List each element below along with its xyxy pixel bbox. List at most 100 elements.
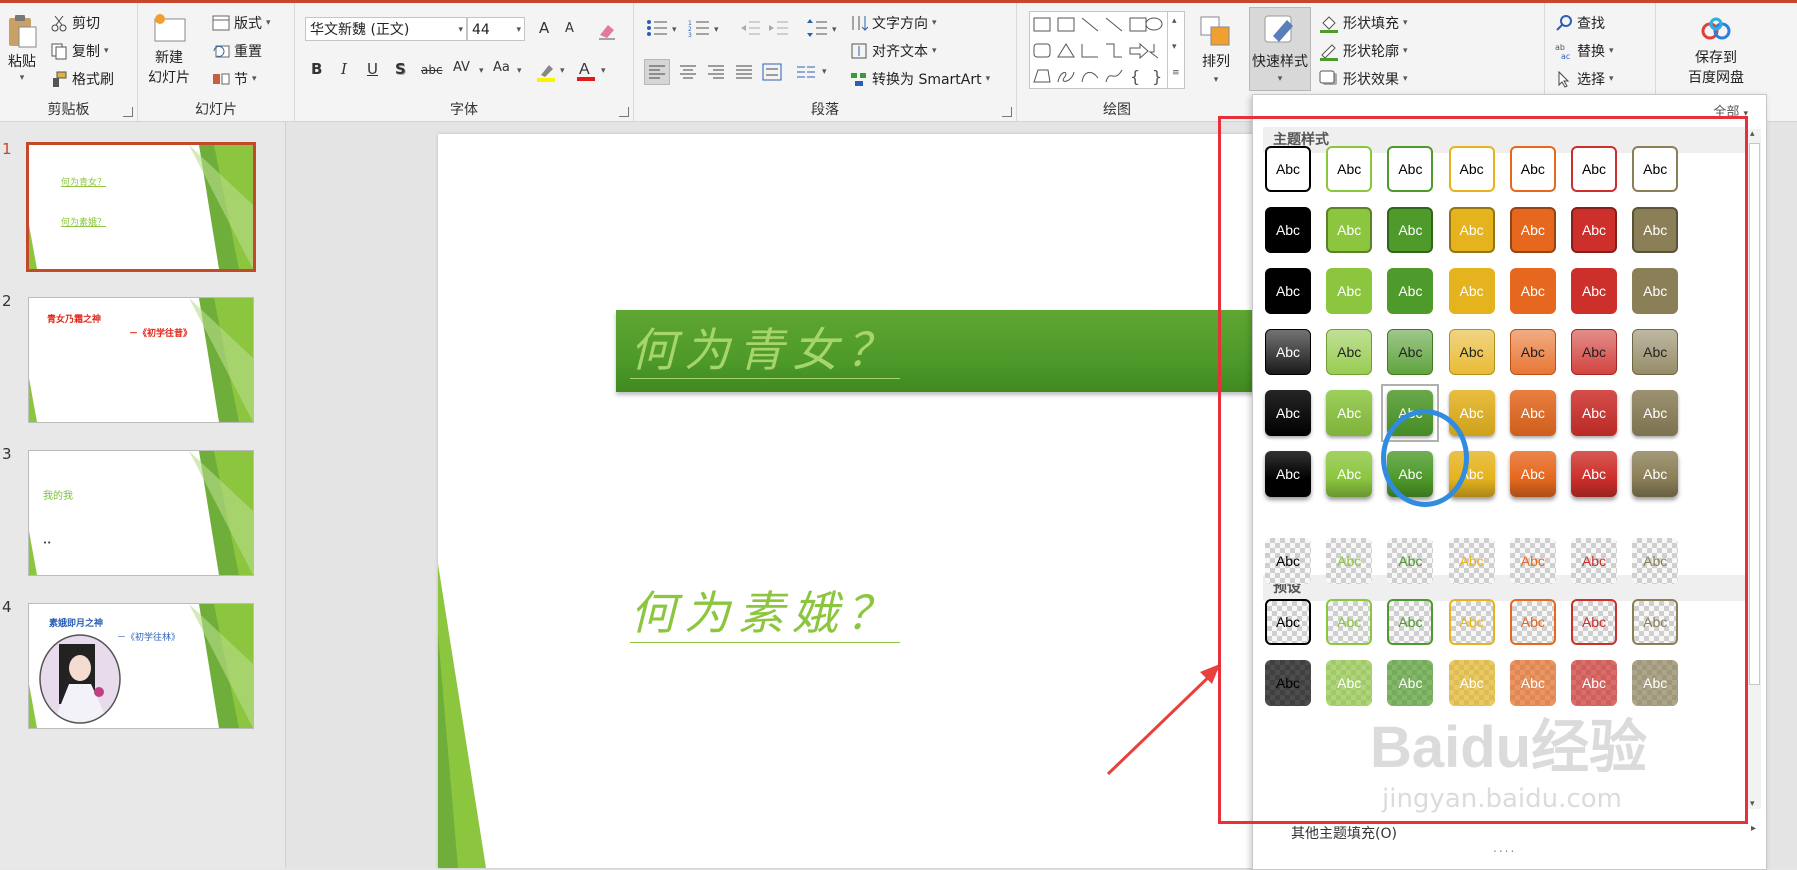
change-case-button[interactable]: Aa xyxy=(493,60,510,75)
style-swatch[interactable]: Abc xyxy=(1448,390,1495,436)
style-swatch[interactable]: Abc xyxy=(1571,660,1617,706)
dialog-launcher-icon[interactable] xyxy=(1002,107,1012,117)
dialog-launcher-icon[interactable] xyxy=(123,107,133,117)
quick-styles-button[interactable]: 快速样式 ▾ xyxy=(1249,7,1311,91)
style-swatch[interactable]: Abc xyxy=(1265,599,1311,645)
style-swatch[interactable]: Abc xyxy=(1387,329,1434,375)
style-swatch[interactable]: Abc xyxy=(1265,451,1311,497)
justify-icon[interactable] xyxy=(732,60,756,84)
style-swatch[interactable]: Abc xyxy=(1387,451,1434,497)
style-swatch[interactable]: Abc xyxy=(1326,329,1373,375)
gallery-filter[interactable]: 全部 ▾ xyxy=(1713,101,1748,120)
line-spacing-icon[interactable] xyxy=(806,17,828,39)
reset-button[interactable]: 重置 xyxy=(212,41,262,61)
cut-button[interactable]: 剪切 xyxy=(50,13,100,33)
slide-thumbnail-2[interactable]: 青女乃霜之神 －《初学往昔》 xyxy=(28,297,254,423)
scroll-thumb[interactable] xyxy=(1749,143,1760,685)
underline-button[interactable]: U xyxy=(367,60,378,78)
style-swatch[interactable]: Abc xyxy=(1509,390,1556,436)
style-swatch[interactable]: Abc xyxy=(1265,538,1311,584)
highlight-icon[interactable] xyxy=(535,61,557,83)
style-swatch[interactable]: Abc xyxy=(1326,660,1373,706)
style-swatch[interactable]: Abc xyxy=(1326,599,1373,645)
shape-fill-button[interactable]: 形状填充 ▾ xyxy=(1319,13,1408,33)
style-swatch[interactable]: Abc xyxy=(1448,268,1495,314)
align-right-icon[interactable] xyxy=(704,60,728,84)
style-swatch[interactable]: Abc xyxy=(1448,451,1495,497)
shape-outline-button[interactable]: 形状轮廓 ▾ xyxy=(1319,41,1408,61)
style-swatch[interactable]: Abc xyxy=(1387,660,1434,706)
columns-icon[interactable] xyxy=(794,60,818,84)
style-swatch[interactable]: Abc xyxy=(1448,660,1495,706)
style-swatch[interactable]: Abc xyxy=(1571,207,1617,253)
style-swatch[interactable]: Abc xyxy=(1571,599,1617,645)
resize-grip[interactable]: .... xyxy=(1493,841,1516,855)
style-swatch[interactable]: Abc xyxy=(1509,660,1556,706)
style-swatch[interactable]: Abc xyxy=(1632,599,1679,645)
style-swatch[interactable]: Abc xyxy=(1571,538,1617,584)
style-swatch[interactable]: Abc xyxy=(1265,268,1311,314)
style-swatch[interactable]: Abc xyxy=(1265,660,1311,706)
style-swatch[interactable]: Abc xyxy=(1632,207,1679,253)
style-swatch[interactable]: Abc xyxy=(1509,146,1556,192)
style-swatch[interactable]: Abc xyxy=(1265,390,1311,436)
select-button[interactable]: 选择 ▾ xyxy=(1555,69,1614,89)
style-swatch[interactable]: Abc xyxy=(1448,146,1495,192)
replace-button[interactable]: ab ac 替换 ▾ xyxy=(1555,41,1614,61)
style-swatch[interactable]: Abc xyxy=(1632,660,1679,706)
style-swatch[interactable]: Abc xyxy=(1265,329,1311,375)
style-swatch[interactable]: Abc xyxy=(1326,268,1373,314)
new-slide-button[interactable]: 新建 幻灯片 xyxy=(148,11,190,87)
text-direction-button[interactable]: 文字方向 ▾ xyxy=(850,13,937,33)
strikethrough-button[interactable]: abc xyxy=(421,63,443,77)
shrink-font-button[interactable]: A xyxy=(565,21,574,36)
style-swatch[interactable]: Abc xyxy=(1448,599,1495,645)
style-swatch[interactable]: Abc xyxy=(1387,538,1434,584)
font-size-combo[interactable]: 44 ▾ xyxy=(467,17,525,41)
bold-button[interactable]: B xyxy=(311,60,322,78)
align-text-button[interactable]: 对齐文本 ▾ xyxy=(850,41,937,61)
arrange-button[interactable]: 排列 ▾ xyxy=(1199,15,1233,85)
style-swatch[interactable]: Abc xyxy=(1326,390,1373,436)
style-swatch[interactable]: Abc xyxy=(1571,390,1617,436)
style-swatch[interactable]: Abc xyxy=(1387,207,1434,253)
style-swatch[interactable]: Abc xyxy=(1387,268,1434,314)
shapes-gallery[interactable]: {} ▴ ▾ ≡ xyxy=(1029,11,1185,89)
shadow-button[interactable]: S xyxy=(395,60,406,78)
font-color-icon[interactable]: A xyxy=(575,59,597,83)
style-swatch[interactable]: Abc xyxy=(1632,146,1679,192)
style-swatch[interactable]: Abc xyxy=(1632,451,1679,497)
style-swatch[interactable]: Abc xyxy=(1632,390,1679,436)
style-swatch[interactable]: Abc xyxy=(1448,207,1495,253)
save-to-baidu-button[interactable]: 保存到 百度网盘 xyxy=(1656,17,1776,87)
numbering-icon[interactable]: 123 xyxy=(688,19,710,37)
style-swatch[interactable]: Abc xyxy=(1509,268,1556,314)
slide-thumbnail-3[interactable]: 我的我 •• xyxy=(28,450,254,576)
section-button[interactable]: 节 ▾ xyxy=(212,69,257,89)
slide-thumbnail-4[interactable]: 素娥即月之神 －《初学往林》 xyxy=(28,603,254,729)
format-painter-button[interactable]: 格式刷 xyxy=(50,69,114,89)
shape-effects-button[interactable]: 形状效果 ▾ xyxy=(1319,69,1408,89)
style-swatch[interactable]: Abc xyxy=(1265,207,1311,253)
style-swatch[interactable]: Abc xyxy=(1448,538,1495,584)
style-swatch[interactable]: Abc xyxy=(1509,599,1556,645)
style-swatch[interactable]: Abc xyxy=(1326,538,1373,584)
clear-format-icon[interactable] xyxy=(597,21,617,41)
smartart-button[interactable]: 转换为 SmartArt ▾ xyxy=(850,69,990,89)
distributed-icon[interactable] xyxy=(760,60,784,84)
style-swatch[interactable]: Abc xyxy=(1509,329,1556,375)
layout-button[interactable]: 版式 ▾ xyxy=(212,13,271,33)
grow-font-button[interactable]: A xyxy=(539,19,549,37)
gallery-scrollbar[interactable]: ▴ ▾ xyxy=(1746,129,1761,809)
style-swatch[interactable]: Abc xyxy=(1571,268,1617,314)
style-swatch[interactable]: Abc xyxy=(1509,451,1556,497)
style-swatch[interactable]: Abc xyxy=(1387,599,1434,645)
style-swatch[interactable]: Abc xyxy=(1509,207,1556,253)
find-button[interactable]: 查找 xyxy=(1555,13,1605,33)
paste-button[interactable]: 粘贴 ▾ xyxy=(6,13,38,83)
font-name-combo[interactable]: 华文新魏 (正文) ▾ xyxy=(305,17,467,41)
style-swatch[interactable]: Abc xyxy=(1387,146,1434,192)
slide-thumbnail-1[interactable]: 何为青女？ 何为素娥？ xyxy=(26,142,256,272)
style-swatch[interactable]: Abc xyxy=(1326,451,1373,497)
style-swatch[interactable]: Abc xyxy=(1326,207,1373,253)
